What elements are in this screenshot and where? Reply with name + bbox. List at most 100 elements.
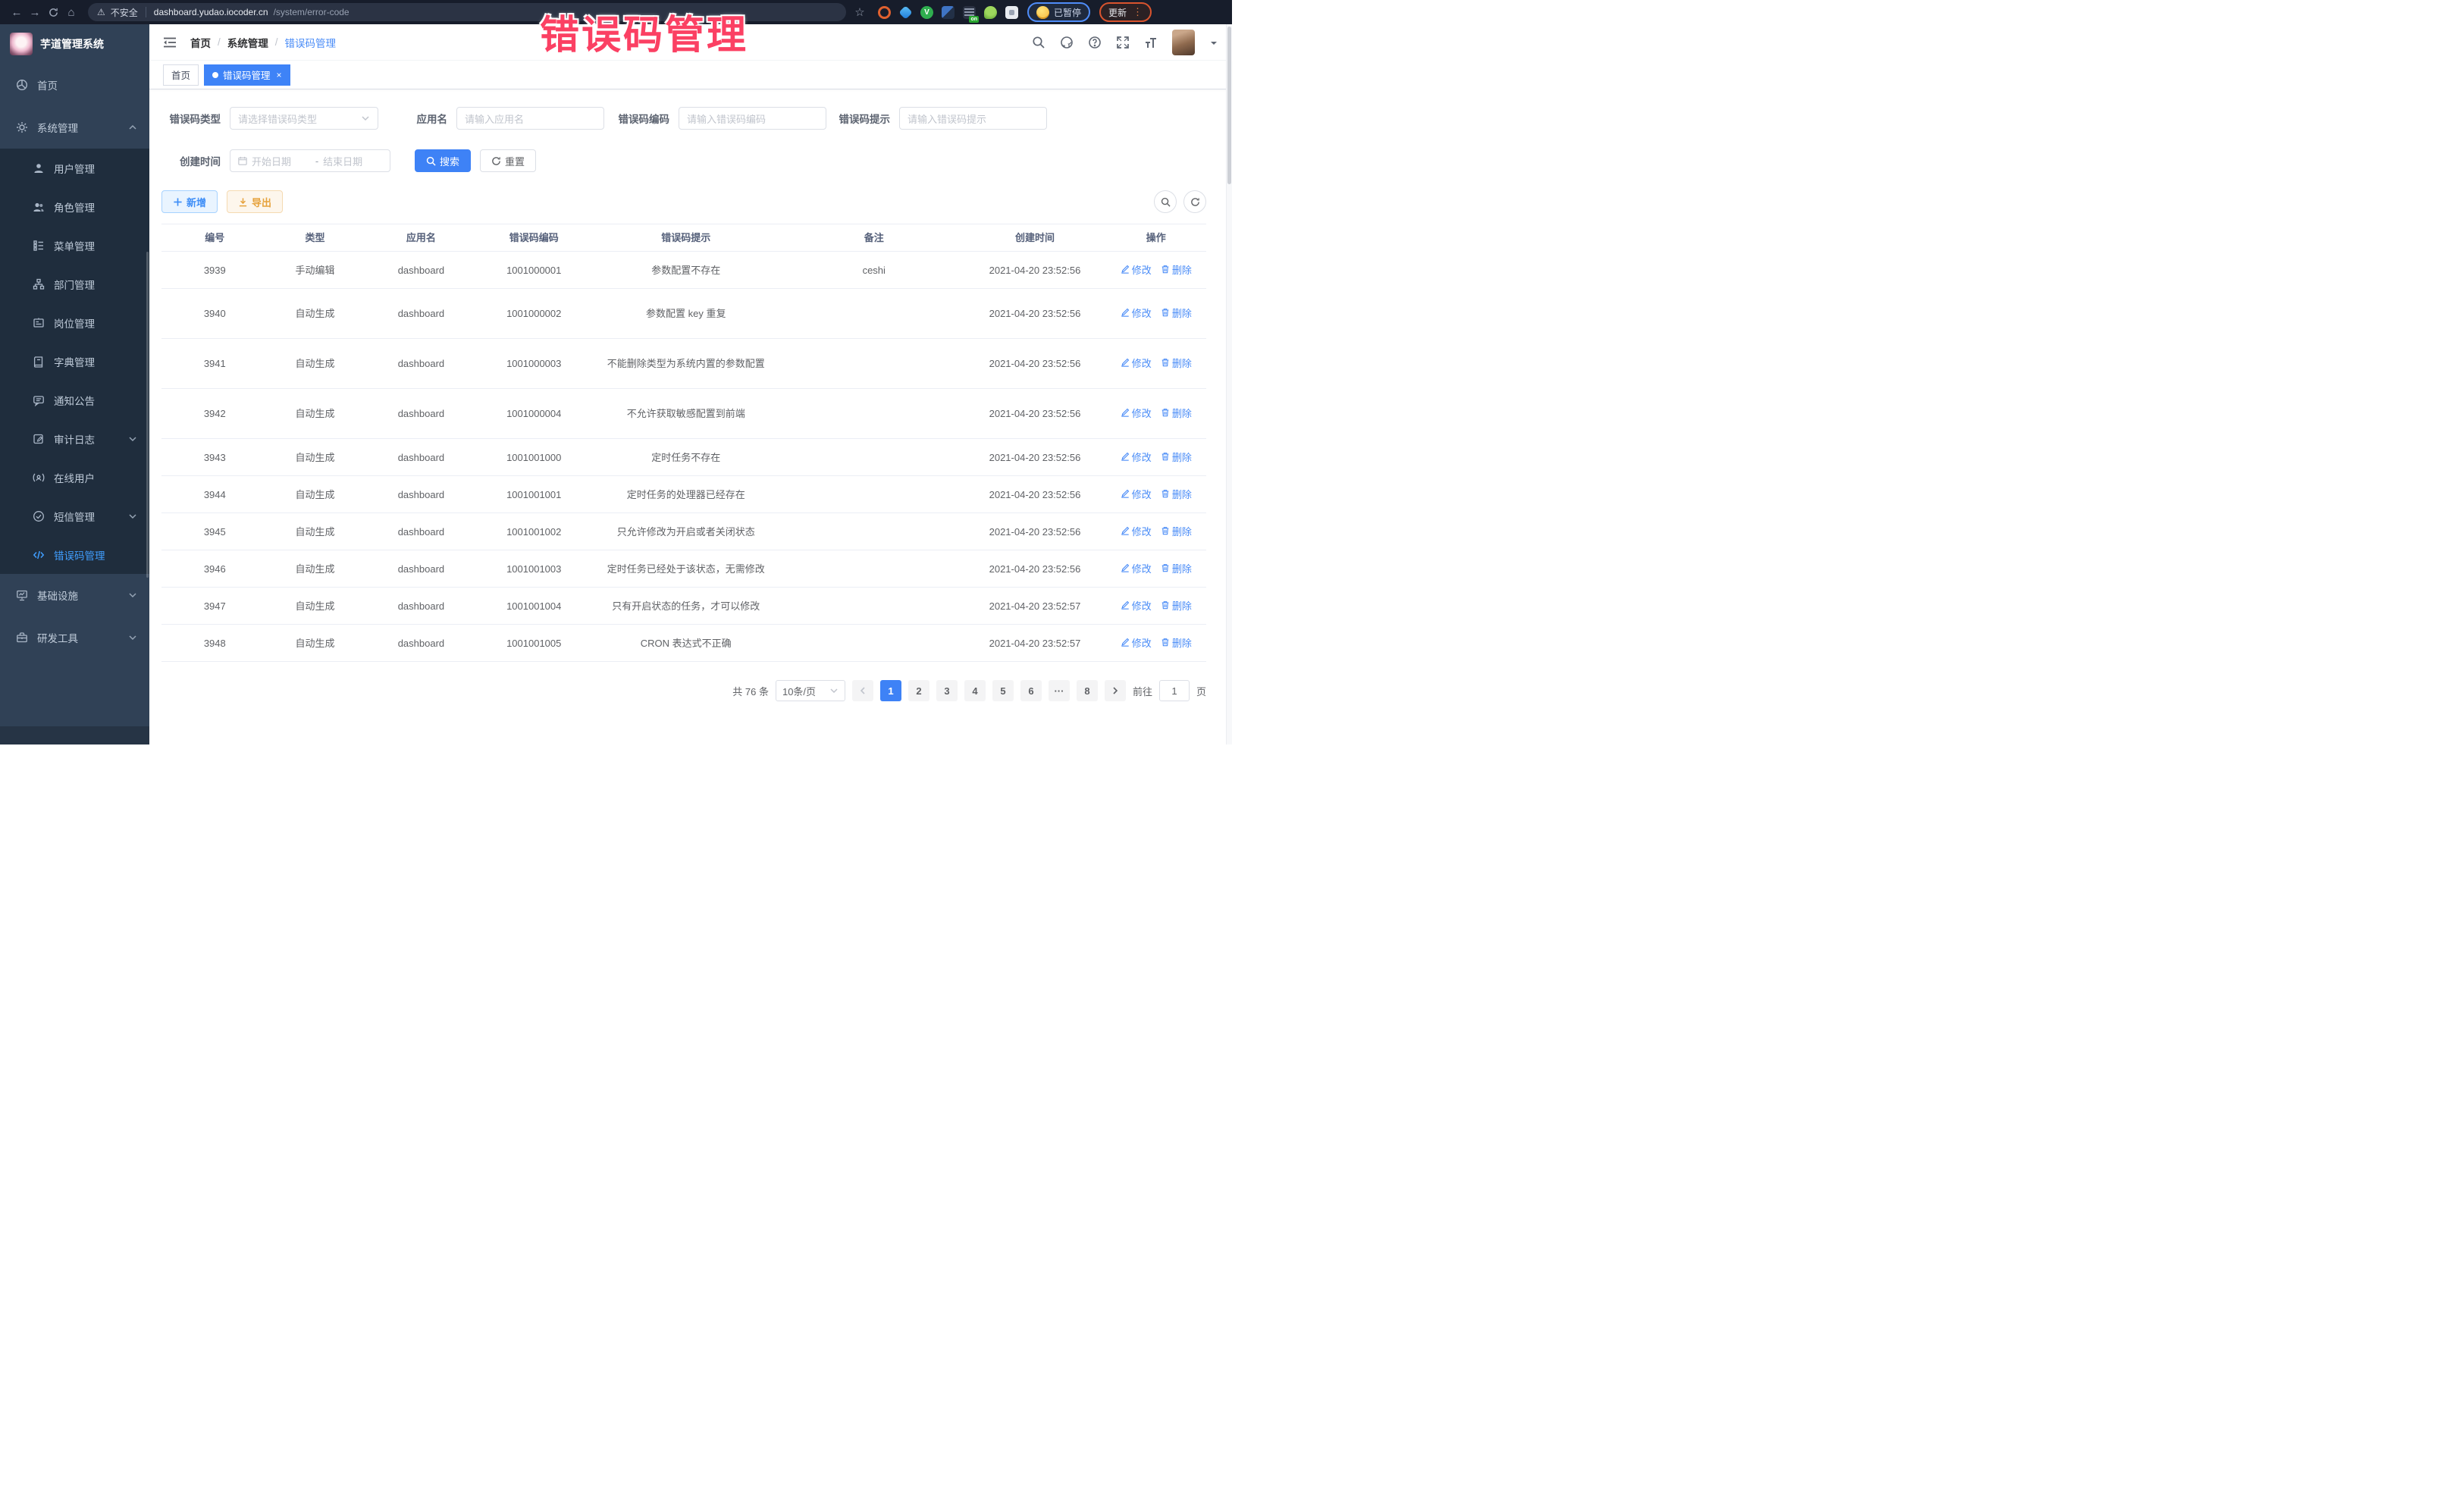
fullscreen-icon[interactable] bbox=[1116, 36, 1130, 49]
page-size-select[interactable]: 10条/页 bbox=[776, 680, 845, 701]
table-row[interactable]: 3946自动生成dashboard1001001003定时任务已经处于该状态，无… bbox=[161, 550, 1206, 588]
page-button-8[interactable]: 8 bbox=[1077, 680, 1098, 701]
edit-link[interactable]: 修改 bbox=[1121, 525, 1152, 539]
delete-link[interactable]: 删除 bbox=[1161, 636, 1192, 650]
sidebar-item-部门管理[interactable]: 部门管理 bbox=[0, 265, 149, 303]
edit-link[interactable]: 修改 bbox=[1121, 562, 1152, 576]
sidebar-item-角色管理[interactable]: 角色管理 bbox=[0, 187, 149, 226]
breadcrumb-item[interactable]: 首页 bbox=[190, 35, 211, 50]
extension-icon-3[interactable]: V bbox=[920, 6, 933, 19]
delete-link[interactable]: 删除 bbox=[1161, 406, 1192, 421]
reset-button[interactable]: 重置 bbox=[480, 149, 536, 172]
table-row[interactable]: 3945自动生成dashboard1001001002只允许修改为开启或者关闭状… bbox=[161, 513, 1206, 550]
user-avatar[interactable] bbox=[1172, 30, 1195, 55]
prev-page-button[interactable] bbox=[852, 680, 873, 701]
sidebar-item-首页[interactable]: 首页 bbox=[0, 64, 149, 106]
page-button-1[interactable]: 1 bbox=[880, 680, 901, 701]
delete-link[interactable]: 删除 bbox=[1161, 306, 1192, 321]
error-hint-input[interactable]: 请输入错误码提示 bbox=[899, 107, 1047, 130]
extension-icon-4[interactable] bbox=[942, 6, 955, 19]
app-name-input[interactable]: 请输入应用名 bbox=[456, 107, 604, 130]
sidebar-logo[interactable]: 芋道管理系统 bbox=[0, 24, 149, 64]
search-icon[interactable] bbox=[1032, 36, 1045, 49]
date-range-picker[interactable]: 开始日期 - 结束日期 bbox=[230, 149, 390, 172]
table-row[interactable]: 3939手动编辑dashboard1001000001参数配置不存在ceshi2… bbox=[161, 252, 1206, 289]
breadcrumb-item[interactable]: 错误码管理 bbox=[285, 35, 337, 50]
edit-link[interactable]: 修改 bbox=[1121, 487, 1152, 502]
table-row[interactable]: 3947自动生成dashboard1001001004只有开启状态的任务，才可以… bbox=[161, 588, 1206, 625]
extension-icon-5[interactable]: on bbox=[963, 6, 976, 19]
page-button-4[interactable]: 4 bbox=[964, 680, 986, 701]
profile-paused-badge[interactable]: 已暂停 bbox=[1027, 2, 1090, 22]
table-row[interactable]: 3944自动生成dashboard1001001001定时任务的处理器已经存在2… bbox=[161, 476, 1206, 513]
delete-link[interactable]: 删除 bbox=[1161, 599, 1192, 613]
sidebar-item-审计日志[interactable]: 审计日志 bbox=[0, 419, 149, 458]
edit-link[interactable]: 修改 bbox=[1121, 599, 1152, 613]
export-button[interactable]: 导出 bbox=[227, 190, 283, 213]
tag-error-code-active[interactable]: 错误码管理 × bbox=[204, 64, 290, 86]
edit-link[interactable]: 修改 bbox=[1121, 450, 1152, 465]
edit-link[interactable]: 修改 bbox=[1121, 406, 1152, 421]
sidebar-item-菜单管理[interactable]: 菜单管理 bbox=[0, 226, 149, 265]
sidebar-item-基础设施[interactable]: 基础设施 bbox=[0, 574, 149, 616]
breadcrumb-item[interactable]: 系统管理 bbox=[227, 35, 268, 50]
forward-icon[interactable]: → bbox=[26, 6, 44, 19]
tag-close-icon[interactable]: × bbox=[277, 70, 282, 80]
goto-page-input[interactable] bbox=[1159, 680, 1190, 701]
url-bar[interactable]: ⚠ 不安全 dashboard.yudao.iocoder.cn/system/… bbox=[88, 3, 846, 21]
edit-link[interactable]: 修改 bbox=[1121, 636, 1152, 650]
browser-update-button[interactable]: 更新 ⋮ bbox=[1099, 2, 1152, 22]
delete-link[interactable]: 删除 bbox=[1161, 562, 1192, 576]
refresh-table-button[interactable] bbox=[1183, 190, 1206, 213]
menu-fold-icon[interactable] bbox=[163, 36, 177, 49]
sidebar-item-系统管理[interactable]: 系统管理 bbox=[0, 106, 149, 149]
page-button-6[interactable]: 6 bbox=[1020, 680, 1042, 701]
extension-icon-1[interactable] bbox=[878, 6, 891, 19]
tag-home[interactable]: 首页 bbox=[163, 64, 199, 86]
help-icon[interactable] bbox=[1088, 36, 1102, 49]
delete-link[interactable]: 删除 bbox=[1161, 263, 1192, 277]
table-row[interactable]: 3948自动生成dashboard1001001005CRON 表达式不正确20… bbox=[161, 625, 1206, 662]
sidebar-collapse-bar[interactable] bbox=[0, 726, 149, 744]
sidebar-item-岗位管理[interactable]: 岗位管理 bbox=[0, 303, 149, 342]
table-row[interactable]: 3940自动生成dashboard1001000002参数配置 key 重复20… bbox=[161, 289, 1206, 339]
delete-link[interactable]: 删除 bbox=[1161, 487, 1192, 502]
font-size-icon[interactable] bbox=[1144, 36, 1158, 49]
error-type-select[interactable]: 请选择错误码类型 bbox=[230, 107, 378, 130]
scrollbar-thumb[interactable] bbox=[1227, 27, 1231, 184]
back-icon[interactable]: ← bbox=[8, 6, 26, 19]
edit-link[interactable]: 修改 bbox=[1121, 306, 1152, 321]
sidebar-item-用户管理[interactable]: 用户管理 bbox=[0, 149, 149, 187]
sidebar-item-短信管理[interactable]: 短信管理 bbox=[0, 497, 149, 535]
avatar-caret-down-icon[interactable] bbox=[1209, 38, 1218, 47]
add-button[interactable]: 新增 bbox=[161, 190, 218, 213]
page-button-2[interactable]: 2 bbox=[908, 680, 929, 701]
delete-link[interactable]: 删除 bbox=[1161, 450, 1192, 465]
extension-icon-2[interactable] bbox=[898, 5, 912, 19]
error-code-input[interactable]: 请输入错误码编码 bbox=[679, 107, 826, 130]
edit-link[interactable]: 修改 bbox=[1121, 356, 1152, 371]
bookmark-star-icon[interactable]: ☆ bbox=[851, 5, 869, 19]
extensions-puzzle-icon[interactable] bbox=[1005, 6, 1018, 19]
page-button-3[interactable]: 3 bbox=[936, 680, 958, 701]
delete-link[interactable]: 删除 bbox=[1161, 525, 1192, 539]
toggle-search-button[interactable] bbox=[1154, 190, 1177, 213]
table-row[interactable]: 3942自动生成dashboard1001000004不允许获取敏感配置到前端2… bbox=[161, 389, 1206, 439]
home-icon[interactable]: ⌂ bbox=[62, 6, 80, 19]
extension-icon-6[interactable] bbox=[984, 6, 997, 19]
page-ellipsis-button[interactable]: ··· bbox=[1049, 680, 1070, 701]
search-button[interactable]: 搜索 bbox=[415, 149, 471, 172]
next-page-button[interactable] bbox=[1105, 680, 1126, 701]
sidebar-item-研发工具[interactable]: 研发工具 bbox=[0, 616, 149, 659]
delete-link[interactable]: 删除 bbox=[1161, 356, 1192, 371]
table-row[interactable]: 3941自动生成dashboard1001000003不能删除类型为系统内置的参… bbox=[161, 339, 1206, 389]
sidebar-item-字典管理[interactable]: 字典管理 bbox=[0, 342, 149, 381]
table-row[interactable]: 3943自动生成dashboard1001001000定时任务不存在2021-0… bbox=[161, 439, 1206, 476]
sidebar-item-通知公告[interactable]: 通知公告 bbox=[0, 381, 149, 419]
reload-icon[interactable] bbox=[44, 6, 62, 19]
github-icon[interactable] bbox=[1060, 36, 1074, 49]
edit-link[interactable]: 修改 bbox=[1121, 263, 1152, 277]
window-scrollbar[interactable] bbox=[1226, 24, 1232, 744]
sidebar-item-在线用户[interactable]: 在线用户 bbox=[0, 458, 149, 497]
sidebar-item-错误码管理[interactable]: 错误码管理 bbox=[0, 535, 149, 574]
